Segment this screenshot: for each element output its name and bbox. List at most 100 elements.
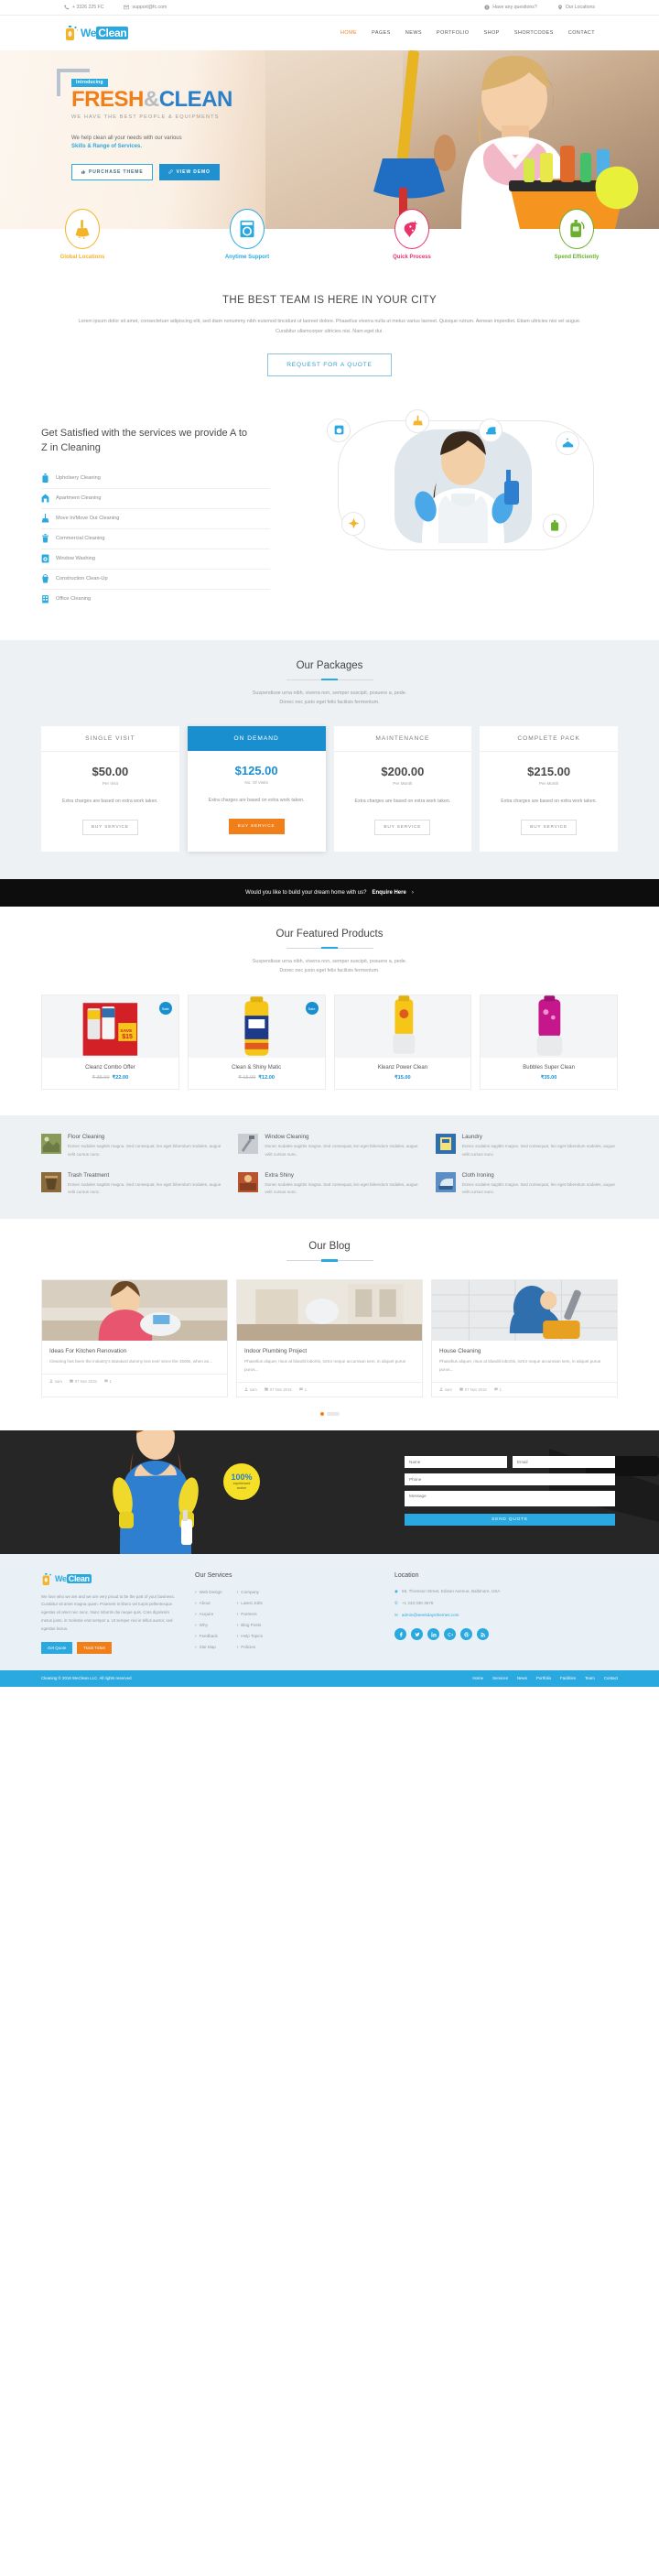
service-item-upholsery-cleaning[interactable]: Upholsery Cleaning <box>41 469 270 489</box>
product-card-bubbles-super-clean[interactable]: Bubbles Super Clean ₹35.00 <box>480 995 618 1091</box>
trash-treatment-thumb-icon <box>41 1171 61 1192</box>
pinterest-icon[interactable] <box>460 1628 472 1641</box>
service-item-window-washing[interactable]: Window Washing <box>41 549 270 570</box>
bubble-icon-2 <box>405 408 429 433</box>
footer-link-why[interactable]: Why <box>195 1620 222 1631</box>
link-icon <box>167 169 173 174</box>
carousel-dot-active[interactable] <box>319 1411 324 1416</box>
nav-item-pages[interactable]: PAGES <box>372 30 391 36</box>
feature-anytime-support[interactable]: Anytime Support <box>165 209 330 260</box>
nav-item-portfolio[interactable]: PORTFOLIO <box>437 30 470 36</box>
feature-spend-efficiently[interactable]: Spend Efficiently <box>494 209 659 260</box>
phone-icon <box>64 5 70 10</box>
copyright-link-contact[interactable]: Contact <box>604 1676 618 1680</box>
nav-item-shortcodes[interactable]: SHORTCODES <box>514 30 554 36</box>
package-buy-button[interactable]: BUY SERVICE <box>81 819 138 835</box>
blog-card-house-cleaning[interactable]: House Cleaning Phasellus aliquet, risus … <box>431 1279 618 1397</box>
google-plus-icon[interactable] <box>444 1628 456 1641</box>
logo-bottle-icon <box>42 1572 52 1585</box>
footer-phone[interactable]: ✆ +1 233 030 3678 <box>394 1599 618 1607</box>
rss-icon[interactable] <box>477 1628 489 1641</box>
copyright-link-services[interactable]: Services <box>492 1676 508 1680</box>
service-grid-window-cleaning[interactable]: Window Cleaning Donec sodales sagittis m… <box>238 1134 420 1158</box>
request-quote-button[interactable]: REQUEST FOR A QUOTE <box>267 353 392 376</box>
product-card-kleanz-power-clean[interactable]: Kleanz Power Clean ₹15.00 <box>333 995 472 1091</box>
purchase-theme-button[interactable]: PURCHASE THEME <box>71 163 153 180</box>
blog-post-title: Indoor Plumbing Project <box>244 1348 308 1355</box>
quote-name-input[interactable] <box>405 1455 507 1468</box>
service-item-construction-clean-up[interactable]: Construction Clean-Up <box>41 570 270 590</box>
cta-link[interactable]: Enquire Here <box>372 890 405 896</box>
footer-link-blog-posts[interactable]: Blog Posts <box>237 1620 263 1631</box>
site-logo[interactable]: We Clean <box>64 25 129 41</box>
footer-link-web-design[interactable]: Web Design <box>195 1587 222 1598</box>
service-grid-laundry[interactable]: Laundry Donec sodales sagittis magna. Se… <box>435 1134 618 1158</box>
nav-item-shop[interactable]: SHOP <box>484 30 500 36</box>
locations-item[interactable]: Our Locations <box>557 5 595 10</box>
footer-link-company[interactable]: Company <box>237 1587 263 1598</box>
blog-card-indoor-plumbing[interactable]: Indoor Plumbing Project Phasellus alique… <box>236 1279 423 1397</box>
hero-paragraph-link[interactable]: Skills & Range of Services. <box>71 144 142 149</box>
phone-item[interactable]: + 3326 225 FC <box>64 5 103 10</box>
service-grid-cloth-ironing[interactable]: Cloth Ironing Donec sodales sagittis mag… <box>435 1171 618 1197</box>
service-item-apartment-cleaning[interactable]: Apartment Cleaning <box>41 489 270 509</box>
footer-link-policies[interactable]: Policies <box>237 1642 263 1653</box>
nav-item-home[interactable]: HOME <box>340 30 357 36</box>
copyright-link-team[interactable]: Team <box>585 1676 595 1680</box>
svg-text:$15: $15 <box>122 1034 133 1040</box>
user-icon <box>49 1379 53 1384</box>
service-grid-trash-treatment[interactable]: Trash Treatment Donec sodales sagittis m… <box>41 1171 223 1197</box>
facebook-icon[interactable] <box>394 1628 406 1641</box>
quote-message-input[interactable] <box>405 1490 615 1506</box>
linkedin-icon[interactable] <box>427 1628 439 1641</box>
copyright-link-news[interactable]: News <box>517 1676 527 1680</box>
package-card-on-demand: ON DEMAND $125.00 No. Of Visits Extra ch… <box>187 726 326 852</box>
nav-item-contact[interactable]: CONTACT <box>568 30 595 36</box>
nav-item-news[interactable]: NEWS <box>405 30 422 36</box>
footer-link-site-map[interactable]: Site Map <box>195 1642 222 1653</box>
bubble-icon-1 <box>327 418 351 442</box>
sale-badge: Sale <box>158 1002 172 1016</box>
footer-link-feedback[interactable]: Feedback <box>195 1631 222 1642</box>
view-demo-button[interactable]: VIEW DEMO <box>158 163 220 180</box>
questions-item[interactable]: Have any questions? <box>484 5 537 10</box>
product-card-clean-shiny-matic[interactable]: Sale Clean & Shiny Matic ₹ 15.00 ₹12.00 <box>187 995 326 1091</box>
sparkle-bubble-icon <box>348 517 359 529</box>
footer-track-ticket-button[interactable]: Track Ticket <box>77 1641 112 1654</box>
blog-meta: sam 07 Nov 2015 1 <box>42 1373 227 1388</box>
copyright-link-portfolio[interactable]: Portfolio <box>536 1676 551 1680</box>
twitter-icon[interactable] <box>411 1628 423 1641</box>
footer-link-latest-jobs[interactable]: Latest Jobs <box>237 1598 263 1609</box>
package-buy-button[interactable]: BUY SERVICE <box>228 818 285 834</box>
product-card-cleanz-combo-offer[interactable]: SAVE $15 Sale Cleanz Combo Offer ₹ 35.00… <box>41 995 179 1091</box>
quote-email-input[interactable] <box>513 1455 615 1468</box>
service-item-move-in-out-cleaning[interactable]: Move In/Move Out Cleaning <box>41 509 270 529</box>
footer-link-acquire[interactable]: Acquire <box>195 1609 222 1620</box>
blog-card-kitchen-renovation[interactable]: Ideas For Kitchen Renovation Cleaning ha… <box>41 1279 228 1397</box>
footer-link-about[interactable]: About <box>195 1598 222 1609</box>
blog-post-excerpt: Phasellus aliquet, risus at blandit lobo… <box>439 1359 601 1372</box>
feature-label: Anytime Support <box>224 255 270 260</box>
feature-quick-process[interactable]: Quick Process <box>330 209 494 260</box>
service-grid-floor-cleaning[interactable]: Floor Cleaning Donec sodales sagittis ma… <box>41 1134 223 1158</box>
feature-global-locations[interactable]: Global Locations <box>0 209 165 260</box>
package-buy-button[interactable]: BUY SERVICE <box>374 819 431 835</box>
service-item-label: Office Cleaning <box>56 596 92 603</box>
packages-sub-line2: Donec nec justo eget felis facilisis fer… <box>279 700 380 706</box>
footer-link-help-topics[interactable]: Help Topics <box>237 1631 263 1642</box>
quote-phone-input[interactable] <box>405 1473 615 1485</box>
package-buy-button[interactable]: BUY SERVICE <box>521 819 578 835</box>
carousel-dot[interactable] <box>326 1411 340 1416</box>
footer-email[interactable]: ✉ admin@weekdaysthemes.com <box>394 1611 618 1619</box>
send-quote-button[interactable]: SEND QUOTE <box>405 1513 615 1526</box>
service-item-commercial-cleaning[interactable]: Commercial Cleaning <box>41 529 270 549</box>
footer-logo[interactable]: We Clean <box>41 1572 178 1586</box>
copyright-link-home[interactable]: Home <box>472 1676 483 1680</box>
service-item-label: Commercial Cleaning <box>56 536 105 542</box>
copyright-link-facilities[interactable]: Facilities <box>560 1676 576 1680</box>
service-grid-extra-shiny[interactable]: Extra Shiny Donec sodales sagittis magna… <box>238 1171 420 1197</box>
footer-link-partners[interactable]: Partners <box>237 1609 263 1620</box>
email-item[interactable]: support@fc.com <box>124 5 167 10</box>
service-item-office-cleaning[interactable]: Office Cleaning <box>41 590 270 609</box>
footer-get-quote-button[interactable]: Get Quote <box>41 1641 73 1654</box>
